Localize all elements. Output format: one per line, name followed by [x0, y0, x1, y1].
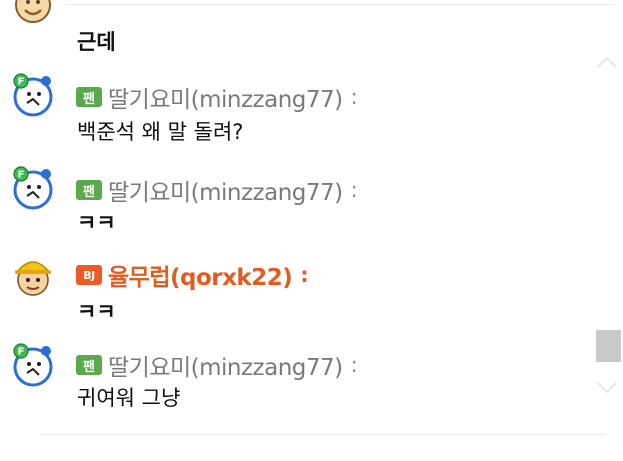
message-header: 팬 딸기요미(minzzang77) :	[76, 80, 358, 114]
smiley-avatar-icon	[15, 0, 51, 23]
alarm-clock-fan-avatar-icon: F	[13, 343, 53, 387]
fan-badge: 팬	[76, 355, 102, 375]
worker-helmet-avatar-icon	[15, 261, 51, 296]
svg-text:F: F	[18, 347, 25, 358]
divider-top	[66, 4, 614, 5]
message-text: ㅋㅋ	[77, 211, 116, 235]
alarm-clock-fan-avatar-icon: F	[13, 166, 53, 210]
fan-badge: 팬	[76, 180, 102, 200]
svg-text:F: F	[18, 77, 25, 88]
nickname[interactable]: 율무럽(qorxk22)	[108, 258, 293, 292]
message-header: BJ 율무럽(qorxk22) :	[76, 258, 309, 292]
message-header: 팬 딸기요미(minzzang77) :	[76, 173, 358, 207]
colon: :	[350, 85, 358, 109]
message-text: 귀여워 그냥	[77, 386, 181, 410]
scroll-thumb[interactable]	[596, 330, 621, 362]
colon: :	[300, 263, 309, 287]
alarm-clock-fan-avatar-icon: F	[13, 73, 53, 117]
message-text: 근데	[77, 30, 116, 54]
nickname[interactable]: 딸기요미(minzzang77)	[108, 80, 343, 114]
message-header: 팬 딸기요미(minzzang77) :	[76, 348, 358, 382]
fan-badge: 팬	[76, 87, 102, 107]
colon: :	[350, 178, 358, 202]
message-text: 백준석 왜 말 돌려?	[77, 120, 244, 144]
chat-panel: 근데 F 팬 딸기요미(minzzang77) : 백준석 왜 말 돌려? F	[0, 0, 623, 461]
bj-badge: BJ	[76, 265, 102, 285]
svg-text:F: F	[18, 170, 25, 181]
nickname[interactable]: 딸기요미(minzzang77)	[108, 173, 343, 207]
message-text: ㅋㅋ	[77, 300, 116, 324]
divider-bottom	[40, 434, 606, 435]
colon: :	[350, 353, 358, 377]
nickname[interactable]: 딸기요미(minzzang77)	[108, 348, 343, 382]
chat-scrollbar[interactable]	[590, 40, 623, 420]
chevron-up-icon[interactable]	[594, 50, 620, 76]
chevron-down-icon[interactable]	[594, 374, 620, 400]
